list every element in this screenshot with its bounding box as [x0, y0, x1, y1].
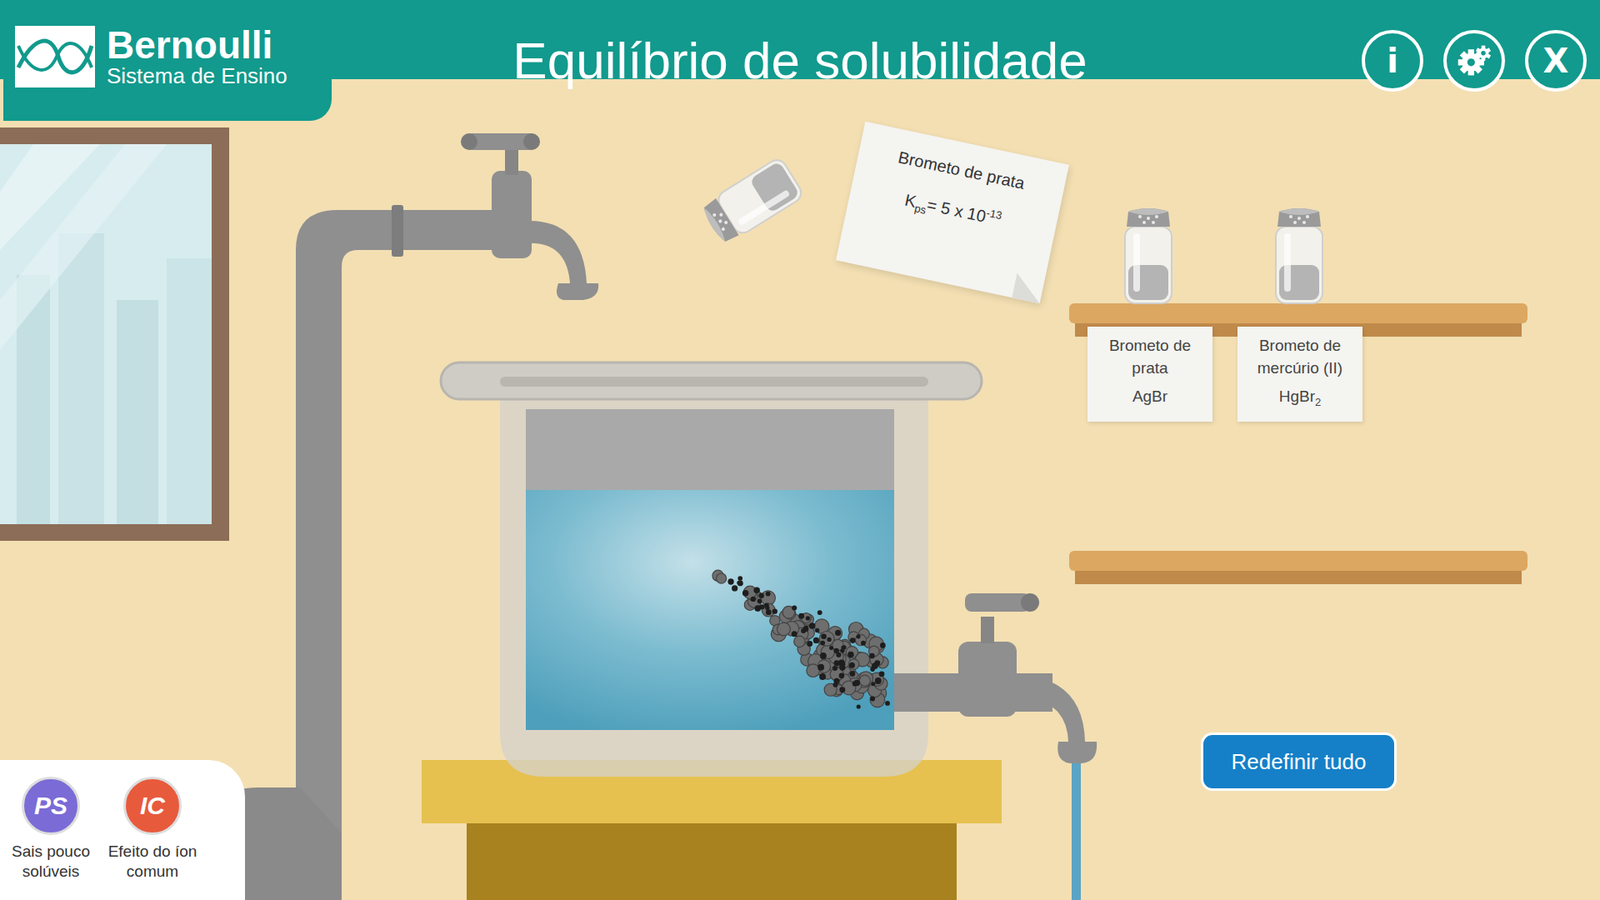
logo-tagline: Sistema de Ensino [106, 65, 288, 88]
salt-shaker[interactable] [1125, 208, 1172, 304]
bernoulli-logo-icon [15, 25, 95, 88]
mode-panel: PS Sais pouco solúveisIC Efeito do íon c… [0, 760, 245, 900]
settings-button[interactable] [1443, 30, 1505, 92]
mode-badge[interactable]: IC [123, 776, 182, 835]
page-title: Equilíbrio de solubilidade [512, 30, 1087, 90]
drain-faucet[interactable] [894, 593, 1097, 764]
beaker [440, 362, 982, 777]
water [525, 490, 895, 730]
top-faucet[interactable] [460, 133, 599, 300]
close-button[interactable]: X [1525, 30, 1587, 92]
mode-item[interactable]: PS Sais pouco solúveis [1, 776, 100, 900]
simulation-screen: Bernoulli Sistema de Ensino Equilíbrio d… [0, 0, 1600, 900]
bottom-shelf [1069, 550, 1528, 585]
water-stream [1071, 763, 1081, 900]
window [0, 127, 230, 541]
header-bar: Bernoulli Sistema de Ensino Equilíbrio d… [0, 0, 1600, 80]
salt-shaker[interactable] [1275, 208, 1323, 304]
table [421, 760, 1002, 900]
salt-label[interactable]: Brometo de mercúrio (II) HgBr2 [1237, 326, 1363, 422]
gear-icon [1455, 42, 1493, 80]
pouring-shaker[interactable] [699, 156, 805, 247]
precipitate [712, 570, 890, 709]
info-button[interactable]: i [1361, 30, 1424, 92]
mode-badge[interactable]: PS [21, 776, 80, 835]
logo-name: Bernoulli [106, 25, 288, 65]
mode-item[interactable]: IC Efeito do íon comum [103, 776, 202, 900]
salt-label[interactable]: Brometo de prata AgBr [1087, 326, 1213, 422]
reset-button[interactable]: Redefinir tudo [1200, 732, 1397, 791]
logo: Bernoulli Sistema de Ensino [3, 0, 332, 121]
